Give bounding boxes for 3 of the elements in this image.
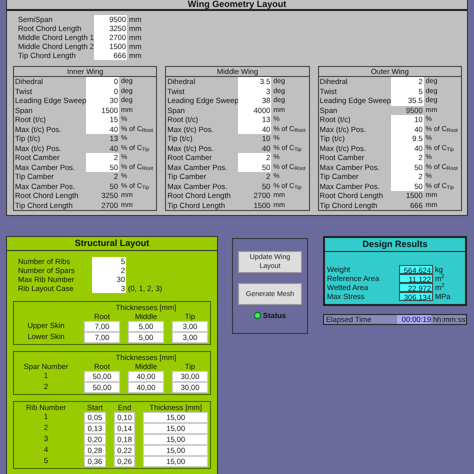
panel-title: Design Results [325,238,465,252]
panel-title: Structural Layout [7,237,217,251]
panel-title: Wing Geometry Layout [7,0,467,11]
